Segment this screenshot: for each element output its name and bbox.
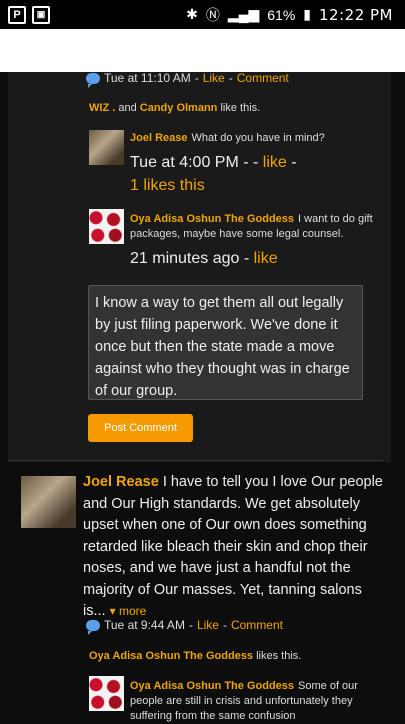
like-link[interactable]: like bbox=[263, 154, 287, 171]
comment-thread: Tue at 11:10 AM - Like - Comment WIZ . a… bbox=[8, 71, 391, 462]
more-link[interactable]: ▾ more bbox=[110, 604, 147, 618]
author-link[interactable]: Oya Adisa Oshun The Goddess bbox=[130, 680, 294, 692]
avatar[interactable] bbox=[89, 676, 124, 711]
post-text: I have to tell you I love Our people and… bbox=[83, 474, 383, 619]
post-time: Tue at 11:10 AM bbox=[104, 71, 191, 85]
reply-time: Tue at 4:00 PM - - bbox=[130, 154, 263, 171]
comment-link[interactable]: Comment bbox=[231, 618, 283, 632]
reply-meta: 21 minutes ago - like bbox=[130, 248, 278, 270]
like-link[interactable]: Like bbox=[203, 71, 225, 85]
reply-comment: Oya Adisa Oshun The Goddess I want to do … bbox=[130, 212, 378, 242]
author-link[interactable]: Joel Rease bbox=[83, 474, 159, 490]
nfc-icon: Ⓝ bbox=[205, 6, 220, 23]
divider bbox=[8, 460, 383, 461]
app-header-bar bbox=[0, 29, 405, 72]
reply-meta: Tue at 4:00 PM - - like - bbox=[130, 154, 297, 171]
avatar[interactable] bbox=[89, 209, 124, 244]
feed[interactable]: Tue at 11:10 AM - Like - Comment WIZ . a… bbox=[0, 71, 405, 722]
comment-text: What do you have in mind? bbox=[191, 132, 325, 144]
avatar[interactable] bbox=[89, 130, 124, 165]
parking-notification-icon: P bbox=[8, 5, 26, 24]
like-link[interactable]: Like bbox=[197, 618, 219, 632]
post-likes: Oya Adisa Oshun The Goddess likes this. bbox=[89, 650, 302, 662]
author-link[interactable]: Joel Rease bbox=[130, 132, 187, 144]
reply-textarea[interactable]: I know a way to get them all out legally… bbox=[88, 285, 363, 400]
comment-bubble-icon bbox=[86, 72, 100, 88]
status-bar: P ▣ ✱ Ⓝ ▂▄▆ 61% ▮ 12:22 PM bbox=[0, 0, 405, 29]
likes-count[interactable]: 1 likes this bbox=[130, 175, 205, 197]
reply-comment: Oya Adisa Oshun The Goddess Some of our p… bbox=[130, 679, 375, 724]
reply-time: 21 minutes ago - bbox=[130, 250, 254, 267]
comment-bubble-icon bbox=[86, 619, 100, 635]
liker-link[interactable]: Oya Adisa Oshun The Goddess bbox=[89, 650, 253, 662]
liker-link[interactable]: Candy Olmann bbox=[140, 102, 218, 114]
liker-link[interactable]: WIZ . bbox=[89, 102, 115, 114]
bluetooth-icon: ✱ bbox=[186, 6, 198, 22]
comment-link[interactable]: Comment bbox=[237, 71, 289, 85]
battery-percent: 61% bbox=[267, 6, 296, 23]
author-link[interactable]: Oya Adisa Oshun The Goddess bbox=[130, 213, 294, 225]
avatar[interactable] bbox=[21, 476, 76, 528]
post-comment-button[interactable]: Post Comment bbox=[88, 414, 193, 442]
post-meta: Tue at 9:44 AM - Like - Comment bbox=[86, 618, 283, 635]
post-body: Joel Rease I have to tell you I love Our… bbox=[83, 472, 383, 623]
post-likes: WIZ . and Candy Olmann like this. bbox=[89, 102, 261, 114]
post-meta: Tue at 11:10 AM - Like - Comment bbox=[86, 71, 289, 88]
gallery-notification-icon: ▣ bbox=[32, 5, 50, 24]
signal-icon: ▂▄▆ bbox=[227, 6, 260, 22]
like-link[interactable]: like bbox=[254, 250, 278, 267]
post-time: Tue at 9:44 AM bbox=[104, 618, 185, 632]
reply-comment: Joel Rease What do you have in mind? bbox=[130, 131, 380, 146]
battery-icon: ▮ bbox=[303, 6, 312, 22]
clock: 12:22 PM bbox=[319, 5, 393, 24]
